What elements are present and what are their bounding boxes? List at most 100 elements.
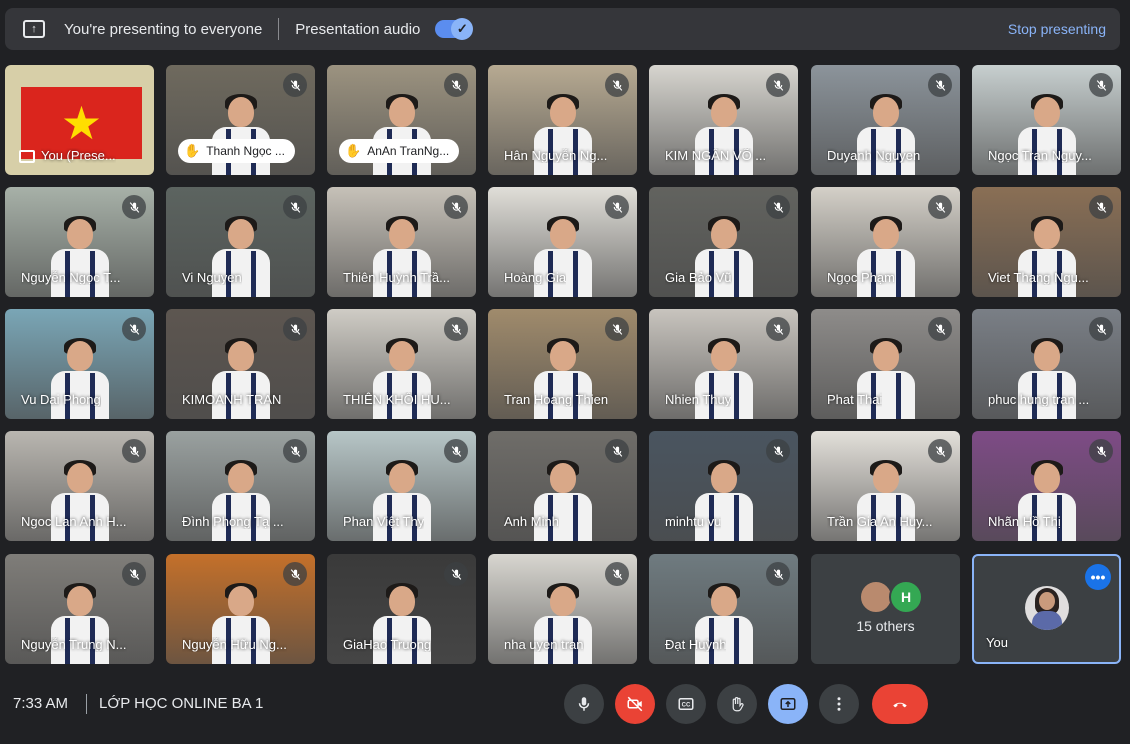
- mic-off-icon: [290, 445, 300, 457]
- camera-off-button[interactable]: [615, 684, 655, 724]
- participant-name: Đình Phong Tạ ...: [182, 514, 284, 529]
- participant-name: Viet Thang Ngu...: [988, 270, 1089, 285]
- participant-name: Duyanh Nguyen: [827, 148, 921, 163]
- presentation-banner: ↑ You're presenting to everyone Presenta…: [5, 8, 1120, 50]
- participant-tile[interactable]: THIÊN KHÔI HU...: [327, 309, 476, 419]
- more-options-button[interactable]: [819, 684, 859, 724]
- participant-tile[interactable]: KIMOANH TRAN: [166, 309, 315, 419]
- presentation-audio-label: Presentation audio: [295, 20, 421, 38]
- mic-off-icon: [129, 201, 139, 213]
- participant-name: Gia Bảo Vũ: [665, 270, 732, 285]
- participant-tile[interactable]: Thiên Huỳnh Trầ...: [327, 187, 476, 297]
- raise-hand-button[interactable]: [717, 684, 757, 724]
- participant-tile[interactable]: Ngoc Lan Anh H...: [5, 431, 154, 541]
- participant-tile[interactable]: Nguyễn Hữu Ng...: [166, 554, 315, 664]
- self-presentation-tile[interactable]: ★ You (Prese...: [5, 65, 154, 175]
- participant-tile[interactable]: Duyanh Nguyen: [811, 65, 960, 175]
- participant-video: [371, 583, 433, 664]
- participant-name: Hân Nguyễn Ng...: [504, 148, 608, 163]
- mic-off-icon: [1096, 201, 1106, 213]
- participant-tile[interactable]: Vu Dai Phong: [5, 309, 154, 419]
- participant-video: [210, 338, 272, 419]
- participant-name: Trần Gia An Huy...: [827, 514, 933, 529]
- participant-tile[interactable]: Tran Hoang Thien: [488, 309, 637, 419]
- participant-name: nha uyen tran: [504, 637, 584, 652]
- participant-tile[interactable]: minhtu vu: [649, 431, 798, 541]
- mic-off-indicator: [766, 195, 790, 219]
- mic-off-icon: [451, 445, 461, 457]
- leave-call-button[interactable]: [872, 684, 928, 724]
- mic-off-indicator: [283, 439, 307, 463]
- avatar: H: [889, 580, 923, 614]
- participant-name: Vu Dai Phong: [21, 392, 101, 407]
- self-tile[interactable]: ••• You: [972, 554, 1121, 664]
- participant-tile[interactable]: Trần Gia An Huy...: [811, 431, 960, 541]
- participant-tile[interactable]: Đạt Huỳnh: [649, 554, 798, 664]
- captions-button[interactable]: CC: [666, 684, 706, 724]
- microphone-button[interactable]: [564, 684, 604, 724]
- presentation-audio-toggle[interactable]: ✓: [435, 18, 474, 40]
- more-options-icon[interactable]: •••: [1085, 564, 1111, 590]
- participant-tile[interactable]: Vi Nguyen: [166, 187, 315, 297]
- participant-tile[interactable]: Đình Phong Tạ ...: [166, 431, 315, 541]
- participant-tile[interactable]: ✋ Thanh Ngọc ...: [166, 65, 315, 175]
- participant-tile[interactable]: Nhãn Hồ Thị: [972, 431, 1121, 541]
- mic-off-icon: [290, 323, 300, 335]
- mic-off-icon: [612, 79, 622, 91]
- participant-name: GiaHao Truong: [343, 637, 432, 652]
- camera-off-icon: [627, 696, 643, 712]
- participant-tile[interactable]: KIM NGÂN VÕ ...: [649, 65, 798, 175]
- present-screen-icon: [780, 698, 796, 710]
- participant-video: [693, 338, 755, 419]
- mic-off-icon: [773, 201, 783, 213]
- mic-off-indicator: [1089, 73, 1113, 97]
- participant-tile[interactable]: Nguyễn Ngọc T...: [5, 187, 154, 297]
- mic-off-indicator: [122, 195, 146, 219]
- participant-tile[interactable]: nha uyen tran: [488, 554, 637, 664]
- participant-tile[interactable]: Ngọc Phạm: [811, 187, 960, 297]
- present-screen-icon: ↑: [23, 20, 45, 38]
- participant-name: Phan Việt Thy: [343, 514, 425, 529]
- microphone-icon: [578, 697, 590, 711]
- participant-name: Nhien Thuy: [665, 392, 732, 407]
- present-now-button[interactable]: [768, 684, 808, 724]
- participant-name: Ngọc Phạm: [827, 270, 895, 285]
- participant-name: Ngọc Tran Nguy...: [988, 148, 1092, 163]
- participant-name: You (Prese...: [41, 148, 116, 163]
- participant-video: [532, 338, 594, 419]
- participant-video: [532, 94, 594, 175]
- participant-tile[interactable]: Ngọc Tran Nguy...: [972, 65, 1121, 175]
- participant-video: [210, 460, 272, 541]
- mic-off-icon: [451, 323, 461, 335]
- participant-video: [371, 338, 433, 419]
- participant-name: Nguyễn Trung N...: [21, 637, 127, 652]
- participant-name: THIÊN KHÔI HU...: [343, 392, 451, 407]
- others-tile[interactable]: H 15 others: [811, 554, 960, 664]
- participant-tile[interactable]: Phat Thai: [811, 309, 960, 419]
- participant-tile[interactable]: phuc hung tran ...: [972, 309, 1121, 419]
- participant-video: [1016, 216, 1078, 297]
- participant-tile[interactable]: Hân Nguyễn Ng...: [488, 65, 637, 175]
- mic-off-icon: [451, 568, 461, 580]
- participant-tile[interactable]: Viet Thang Ngu...: [972, 187, 1121, 297]
- participant-video: [532, 460, 594, 541]
- mic-off-indicator: [283, 562, 307, 586]
- participant-tile[interactable]: GiaHao Truong: [327, 554, 476, 664]
- participant-tile[interactable]: Hoàng Gia: [488, 187, 637, 297]
- participant-tile[interactable]: Anh Minh: [488, 431, 637, 541]
- participant-tile[interactable]: Nhien Thuy: [649, 309, 798, 419]
- participant-tile[interactable]: Gia Bảo Vũ: [649, 187, 798, 297]
- mic-off-indicator: [766, 317, 790, 341]
- mic-off-icon: [290, 568, 300, 580]
- check-icon: ✓: [451, 18, 474, 40]
- stop-presenting-button[interactable]: Stop presenting: [1008, 21, 1106, 37]
- participant-tile[interactable]: Phan Việt Thy: [327, 431, 476, 541]
- mic-off-icon: [773, 323, 783, 335]
- mic-off-icon: [612, 568, 622, 580]
- mic-off-icon: [935, 323, 945, 335]
- mic-off-indicator: [605, 439, 629, 463]
- mic-off-indicator: [766, 73, 790, 97]
- participant-name: Tran Hoang Thien: [504, 392, 609, 407]
- participant-tile[interactable]: ✋ AnAn TranNg...: [327, 65, 476, 175]
- participant-tile[interactable]: Nguyễn Trung N...: [5, 554, 154, 664]
